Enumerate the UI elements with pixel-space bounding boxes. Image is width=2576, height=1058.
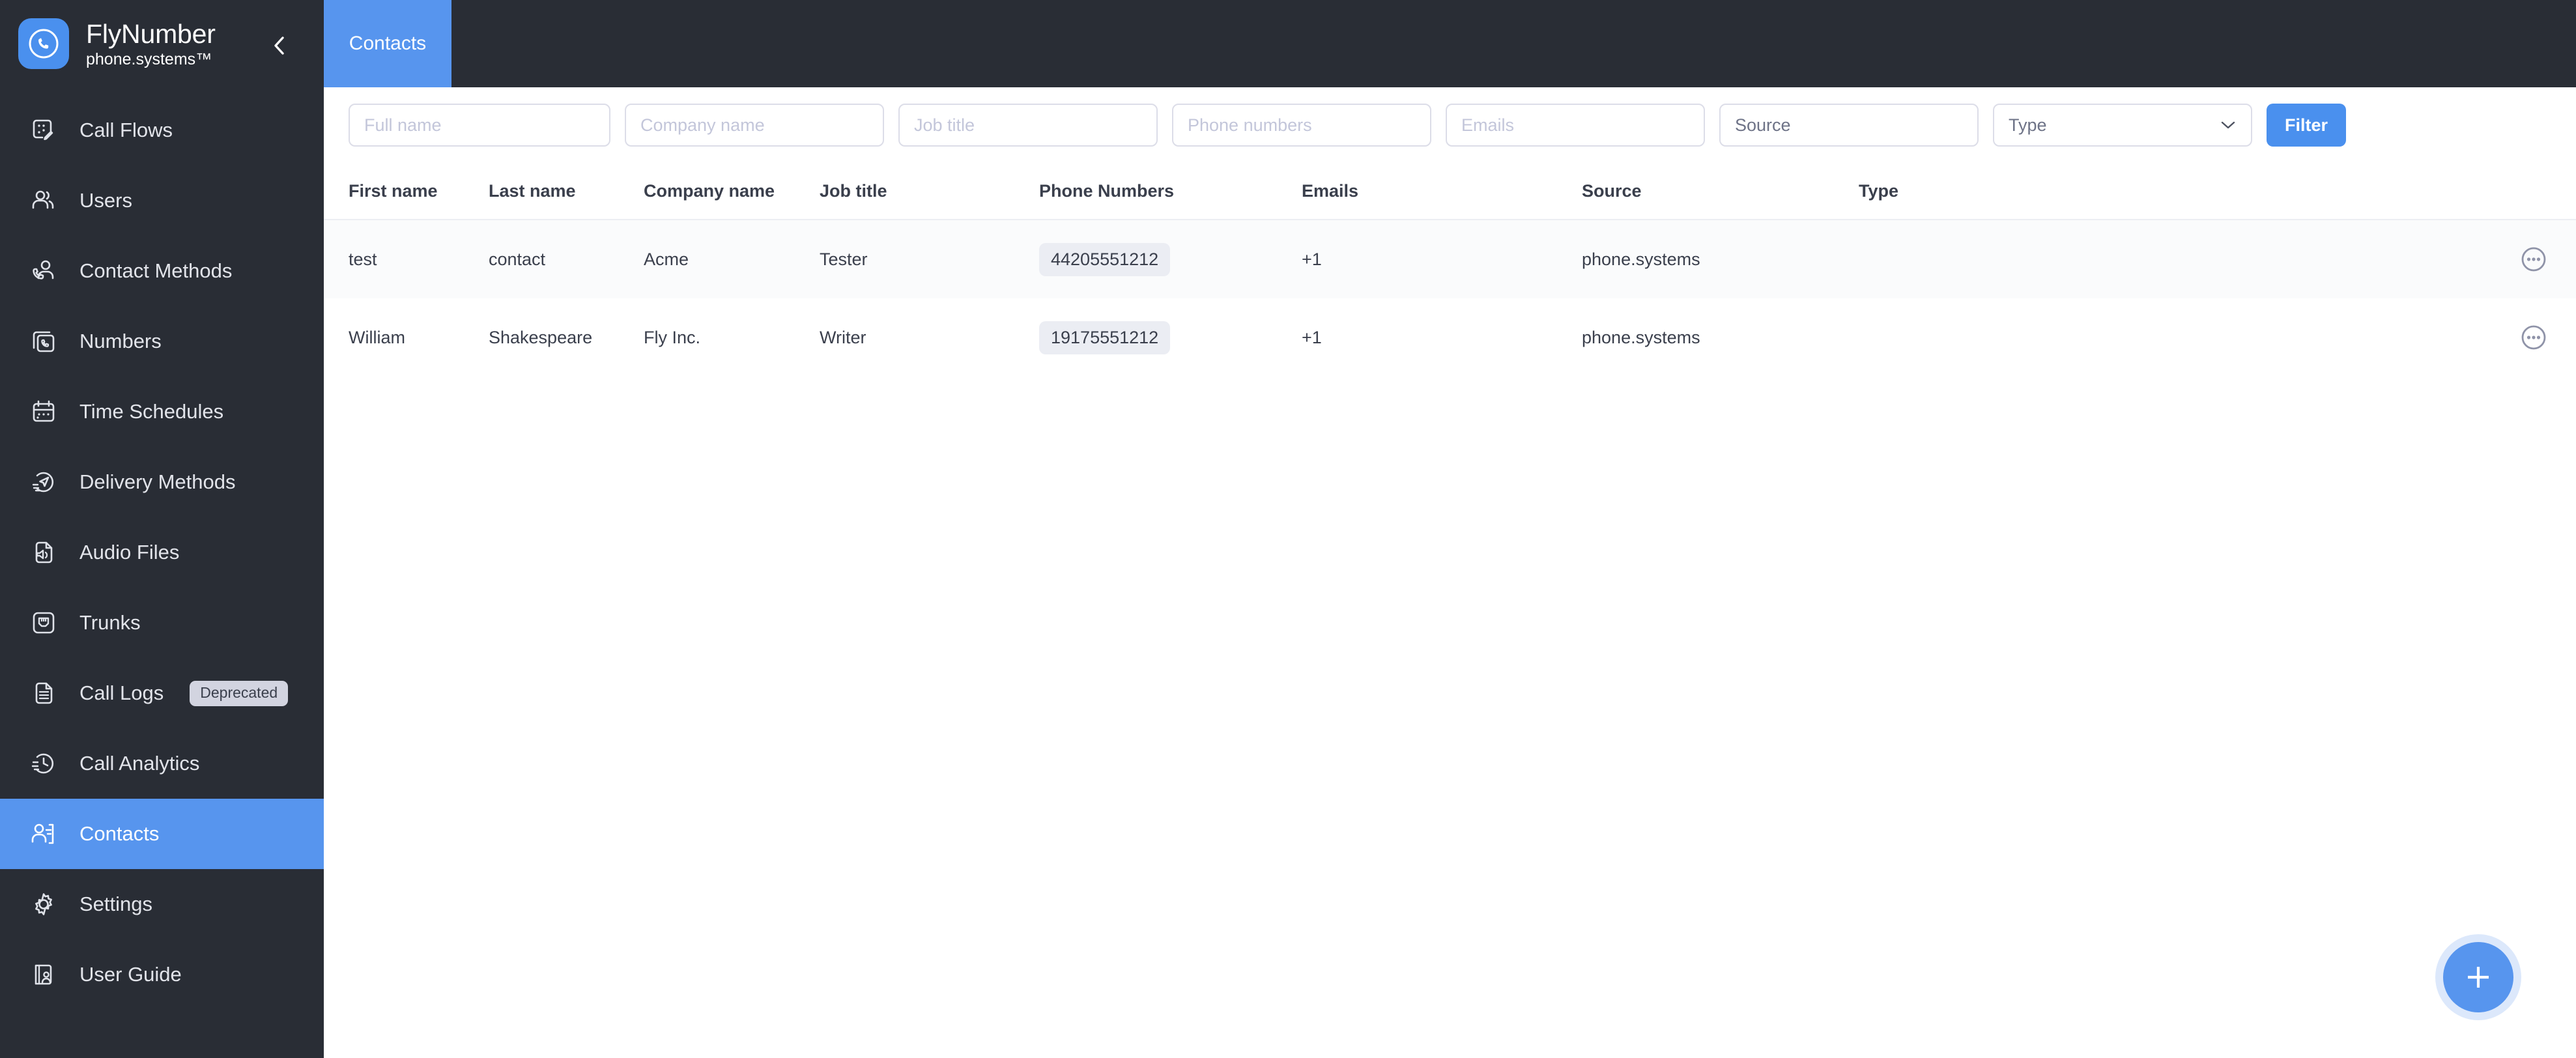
sidebar-item-call-flows[interactable]: Call Flows (0, 95, 324, 165)
cell-source: phone.systems (1582, 327, 1700, 347)
sidebar-item-label: Trunks (79, 611, 141, 634)
column-header-source: Source (1582, 180, 1642, 201)
main-content: Contacts Source Type (324, 0, 2576, 1058)
table-header-row: First name Last name Company name Job ti… (324, 163, 2576, 220)
contact-methods-icon (25, 252, 63, 290)
cell-source: phone.systems (1582, 249, 1700, 269)
numbers-icon (25, 322, 63, 360)
filter-button[interactable]: Filter (2267, 104, 2346, 147)
column-header-job-title: Job title (820, 180, 887, 201)
cell-company-name: Acme (644, 249, 689, 269)
brand-subtitle: phone.systems™ (86, 50, 212, 68)
content-area (324, 377, 2576, 1058)
select-type-label: Type (2009, 115, 2047, 135)
app-root: FlyNumber phone.systems™ Call Flows User… (0, 0, 2576, 1058)
cell-phone-numbers: 44205551212 (1039, 242, 1302, 276)
brand-header: FlyNumber phone.systems™ (0, 0, 324, 87)
call-flow-icon (25, 111, 63, 149)
cell-first-name: William (349, 327, 405, 347)
cell-job-title: Writer (820, 327, 866, 347)
cell-last-name: contact (489, 249, 546, 269)
cell-emails: +1 (1302, 327, 1322, 347)
contacts-table: First name Last name Company name Job ti… (324, 163, 2576, 377)
sidebar-item-audio-files[interactable]: Audio Files (0, 517, 324, 588)
table-row[interactable]: test contact Acme Tester 44205551212 +1 … (324, 220, 2576, 298)
search-input-company-name[interactable] (625, 104, 884, 147)
sidebar-item-label: Contacts (79, 822, 160, 845)
sidebar-item-label: Numbers (79, 330, 162, 352)
cell-job-title: Tester (820, 249, 868, 269)
sidebar-item-users[interactable]: Users (0, 165, 324, 236)
sidebar-item-contact-methods[interactable]: Contact Methods (0, 236, 324, 306)
search-input-phone-numbers[interactable] (1172, 104, 1431, 147)
sidebar-item-label: Audio Files (79, 541, 180, 564)
clock-analytics-icon (25, 745, 63, 782)
chevron-down-icon (1947, 121, 1962, 130)
more-options-icon[interactable] (2516, 320, 2551, 355)
calendar-icon (25, 393, 63, 431)
select-source-label: Source (1735, 115, 1791, 135)
cell-company-name: Fly Inc. (644, 327, 701, 347)
users-icon (25, 182, 63, 220)
cell-emails: +1 (1302, 249, 1322, 269)
sidebar-item-label: Settings (79, 893, 153, 915)
sidebar-item-label: Call Flows (79, 119, 173, 141)
select-source[interactable]: Source (1719, 104, 1979, 147)
sidebar-item-call-analytics[interactable]: Call Analytics (0, 728, 324, 799)
sidebar-item-delivery-methods[interactable]: Delivery Methods (0, 447, 324, 517)
sidebar-item-label: Users (79, 189, 132, 212)
sidebar-item-trunks[interactable]: Trunks (0, 588, 324, 658)
user-guide-icon (25, 956, 63, 994)
phone-number-chip: 19175551212 (1039, 321, 1171, 354)
column-header-company-name: Company name (644, 180, 775, 201)
sidebar-item-label: Delivery Methods (79, 470, 236, 493)
trunk-icon (25, 604, 63, 642)
sidebar-item-numbers[interactable]: Numbers (0, 306, 324, 377)
sidebar-nav: Call Flows Users Contact Methods Numbers… (0, 95, 324, 1010)
sidebar-item-label: Call Logs (79, 681, 164, 704)
phone-in-circle-icon (18, 18, 69, 69)
phone-number-chip: 44205551212 (1039, 242, 1171, 276)
sidebar-item-settings[interactable]: Settings (0, 869, 324, 939)
sidebar-item-contacts[interactable]: Contacts (0, 799, 324, 869)
more-options-icon[interactable] (2516, 242, 2551, 277)
filter-bar: Source Type Filter (324, 87, 2576, 163)
cell-first-name: test (349, 249, 377, 269)
sidebar: FlyNumber phone.systems™ Call Flows User… (0, 0, 324, 1058)
cell-phone-numbers: 19175551212 (1039, 321, 1302, 354)
column-header-type: Type (1859, 180, 1899, 201)
brand-text: FlyNumber phone.systems™ (86, 19, 216, 69)
search-input-job-title[interactable] (898, 104, 1158, 147)
chevron-down-icon (2221, 121, 2235, 130)
search-input-emails[interactable] (1446, 104, 1705, 147)
sidebar-item-label: Contact Methods (79, 259, 233, 282)
gear-icon (25, 885, 63, 923)
brand-title: FlyNumber (86, 18, 216, 49)
add-contact-button[interactable] (2435, 934, 2521, 1020)
sidebar-item-label: Time Schedules (79, 400, 224, 423)
document-icon (25, 674, 63, 712)
sidebar-item-user-guide[interactable]: User Guide (0, 939, 324, 1010)
search-input-full-name[interactable] (349, 104, 610, 147)
plus-icon (2443, 942, 2513, 1012)
column-header-emails: Emails (1302, 180, 1359, 201)
sidebar-item-label: Call Analytics (79, 752, 200, 775)
column-header-last-name: Last name (489, 180, 576, 201)
sidebar-item-label: User Guide (79, 963, 182, 986)
sidebar-item-time-schedules[interactable]: Time Schedules (0, 377, 324, 447)
column-header-first-name: First name (349, 180, 438, 201)
cell-last-name: Shakespeare (489, 327, 593, 347)
select-type[interactable]: Type (1993, 104, 2252, 147)
status-badge: Deprecated (190, 680, 289, 706)
tab-contacts[interactable]: Contacts (324, 0, 451, 87)
sidebar-item-call-logs[interactable]: Call Logs Deprecated (0, 658, 324, 728)
delivery-icon (25, 463, 63, 501)
table-row[interactable]: William Shakespeare Fly Inc. Writer 1917… (324, 298, 2576, 377)
contacts-icon (25, 815, 63, 853)
column-header-phone-numbers: Phone Numbers (1039, 180, 1175, 201)
chevron-left-icon[interactable] (266, 33, 293, 59)
top-bar: Contacts (324, 0, 2576, 87)
audio-file-icon (25, 534, 63, 571)
